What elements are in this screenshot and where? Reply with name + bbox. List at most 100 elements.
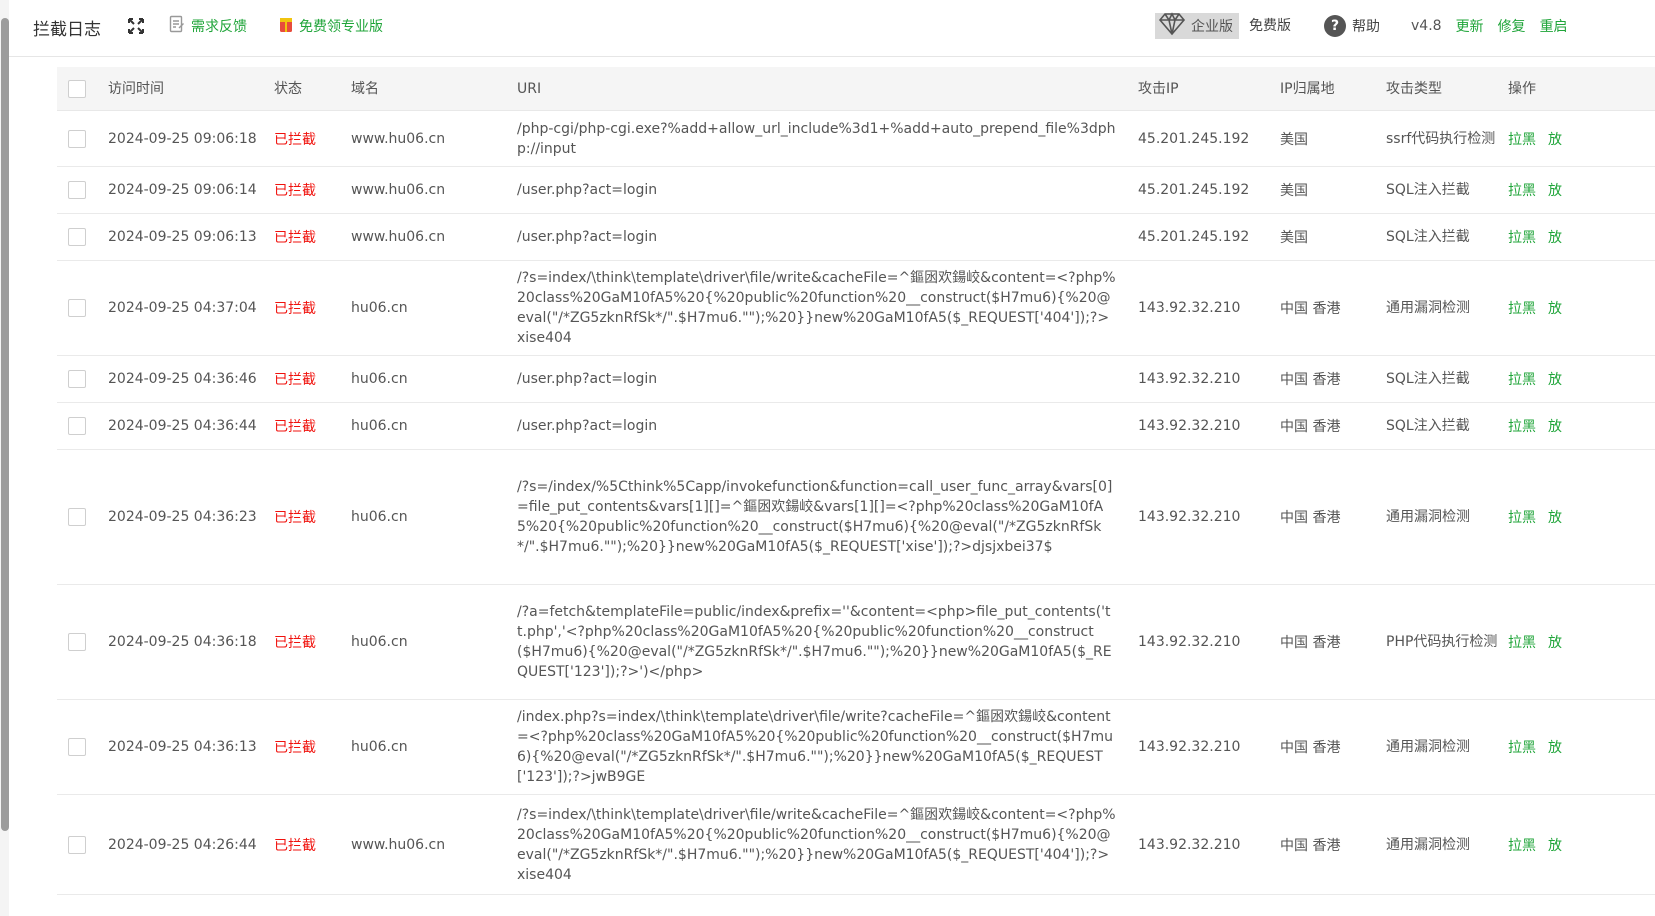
release-button[interactable]: 放 <box>1548 835 1562 855</box>
row-checkbox[interactable] <box>68 508 86 526</box>
row-checkbox[interactable] <box>68 835 86 854</box>
row-time: 2024-09-25 09:06:18 <box>108 130 257 147</box>
row-uri-cell: /user.php?act=login <box>517 214 1117 260</box>
release-button[interactable]: 放 <box>1548 180 1562 200</box>
edit-document-icon <box>169 15 185 37</box>
row-status: 已拦截 <box>274 635 316 651</box>
free-pro-link[interactable]: 免费领专业版 <box>279 15 383 37</box>
col-header-type: 攻击类型 <box>1386 81 1442 97</box>
release-button[interactable]: 放 <box>1548 737 1562 757</box>
table-row[interactable]: 2024-09-25 09:06:13 已拦截 www.hu06.cn/user.p… <box>57 214 1655 261</box>
row-uri: /?s=/index/%5Cthink%5Capp/invokefunction… <box>517 479 1113 555</box>
row-uri: /php-cgi/php-cgi.exe?%add+allow_url_incl… <box>517 120 1116 157</box>
table-row[interactable]: 2024-09-25 04:36:44 已拦截 hu06.cn/user.php?a… <box>57 403 1655 450</box>
row-domain: www.hu06.cn <box>351 229 446 245</box>
row-checkbox[interactable] <box>68 181 86 199</box>
row-checkbox-cell <box>68 261 88 355</box>
page-scrollbar-thumb[interactable] <box>1 18 9 831</box>
repair-button[interactable]: 修复 <box>1498 16 1526 36</box>
row-uri-cell: /?s=index/\think\template\driver\file/wr… <box>517 261 1117 355</box>
release-button[interactable]: 放 <box>1548 369 1562 389</box>
edition-switch: 企业版 免费版 <box>1155 12 1301 40</box>
row-actions: 拉黑放 <box>1508 214 1655 260</box>
row-checkbox[interactable] <box>68 129 86 148</box>
table-row[interactable]: 2024-09-25 04:36:18 已拦截 hu06.cn /?a=fetch&t… <box>57 585 1655 700</box>
block-ip-button[interactable]: 拉黑 <box>1508 507 1536 527</box>
row-checkbox[interactable] <box>68 633 86 651</box>
release-button[interactable]: 放 <box>1548 507 1562 527</box>
restart-button[interactable]: 重启 <box>1540 16 1568 36</box>
block-ip-button[interactable]: 拉黑 <box>1508 632 1536 652</box>
table-row[interactable]: 2024-09-25 04:36:13 已拦截 hu06.cn/index.php?… <box>57 700 1655 795</box>
row-checkbox[interactable] <box>68 417 86 435</box>
row-attack-type-label: 通用漏洞检测 <box>1386 509 1470 525</box>
row-location: 中国 香港 <box>1280 372 1341 388</box>
row-attack-type-label: SQL注入拦截 <box>1386 229 1470 245</box>
row-checkbox-cell <box>68 214 88 260</box>
version-label: v4.8 <box>1411 18 1442 34</box>
row-checkbox-cell <box>68 111 88 166</box>
row-uri-cell: /php-cgi/php-cgi.exe?%add+allow_url_incl… <box>517 111 1117 166</box>
release-button[interactable]: 放 <box>1548 227 1562 247</box>
row-checkbox-cell <box>68 585 88 699</box>
row-checkbox-cell <box>68 167 88 213</box>
row-location: 中国 香港 <box>1280 510 1341 526</box>
row-attack-type: SQL注入拦截 <box>1386 356 1498 402</box>
row-checkbox[interactable] <box>68 228 86 246</box>
row-status: 已拦截 <box>274 419 316 435</box>
block-ip-button[interactable]: 拉黑 <box>1508 416 1536 436</box>
block-ip-button[interactable]: 拉黑 <box>1508 180 1536 200</box>
row-attack-type-label: 通用漏洞检测 <box>1386 300 1470 316</box>
col-header-location: IP归属地 <box>1280 81 1335 97</box>
col-header-action: 操作 <box>1508 81 1536 97</box>
update-button[interactable]: 更新 <box>1456 16 1484 36</box>
table-row[interactable]: 2024-09-25 04:36:23 已拦截 hu06.cn /?s=/index/… <box>57 450 1655 585</box>
row-status: 已拦截 <box>274 230 316 246</box>
row-checkbox[interactable] <box>68 370 86 388</box>
release-button[interactable]: 放 <box>1548 416 1562 436</box>
release-button[interactable]: 放 <box>1548 632 1562 652</box>
block-ip-button[interactable]: 拉黑 <box>1508 369 1536 389</box>
select-all-checkbox[interactable] <box>68 80 86 98</box>
row-ip: 143.92.32.210 <box>1138 509 1241 525</box>
row-checkbox[interactable] <box>68 738 86 756</box>
release-button[interactable]: 放 <box>1548 298 1562 318</box>
page-scrollbar-track[interactable] <box>0 0 9 916</box>
row-time: 2024-09-25 04:36:18 <box>108 634 257 650</box>
table-row[interactable]: 2024-09-25 04:37:04 已拦截 hu06.cn /?s=index/\… <box>57 261 1655 356</box>
row-attack-type: 通用漏洞检测 <box>1386 795 1498 894</box>
block-ip-button[interactable]: 拉黑 <box>1508 835 1536 855</box>
row-attack-type: 通用漏洞检测 <box>1386 700 1498 794</box>
release-button[interactable]: 放 <box>1548 129 1562 149</box>
header-checkbox-cell <box>68 67 88 111</box>
row-attack-type: SQL注入拦截 <box>1386 214 1498 260</box>
block-ip-button[interactable]: 拉黑 <box>1508 129 1536 149</box>
table-row[interactable]: 2024-09-25 09:06:14 已拦截 www.hu06.cn/user.p… <box>57 167 1655 214</box>
table-row[interactable]: 2024-09-25 04:26:44 已拦截 www.hu06.cn /?s=ind… <box>57 795 1655 895</box>
col-header-time[interactable]: 访问时间 <box>108 67 268 111</box>
row-attack-type: 通用漏洞检测 <box>1386 450 1498 584</box>
row-status: 已拦截 <box>274 372 316 388</box>
row-domain: hu06.cn <box>351 509 408 525</box>
page-title: 拦截日志 <box>33 20 101 40</box>
fullscreen-icon[interactable] <box>125 15 147 37</box>
free-edition-button[interactable]: 免费版 <box>1239 13 1301 39</box>
feedback-label: 需求反馈 <box>191 19 247 35</box>
block-ip-button[interactable]: 拉黑 <box>1508 227 1536 247</box>
row-actions: 拉黑放 <box>1508 450 1655 584</box>
row-time: 2024-09-25 04:36:44 <box>108 418 257 434</box>
table-row[interactable]: 2024-09-25 09:06:18 已拦截 www.hu06.cn/php-cg… <box>57 111 1655 167</box>
feedback-link[interactable]: 需求反馈 <box>169 15 247 37</box>
block-ip-button[interactable]: 拉黑 <box>1508 298 1536 318</box>
row-checkbox-cell <box>68 356 88 402</box>
row-uri-cell: /index.php?s=index/\think\template\drive… <box>517 700 1117 794</box>
table-header: 访问时间 状态 域名 URI 攻击IP IP归属地 攻击类型 操作 <box>57 67 1655 111</box>
row-time: 2024-09-25 04:36:13 <box>108 739 257 755</box>
row-uri-cell: /user.php?act=login <box>517 403 1117 449</box>
row-uri: /?s=index/\think\template\driver\file/wr… <box>517 806 1116 883</box>
block-ip-button[interactable]: 拉黑 <box>1508 737 1536 757</box>
help-button[interactable]: ? 帮助 <box>1324 12 1380 40</box>
enterprise-edition-button[interactable]: 企业版 <box>1155 12 1239 39</box>
row-checkbox[interactable] <box>68 299 86 317</box>
table-row[interactable]: 2024-09-25 04:36:46 已拦截 hu06.cn/user.php?a… <box>57 356 1655 403</box>
